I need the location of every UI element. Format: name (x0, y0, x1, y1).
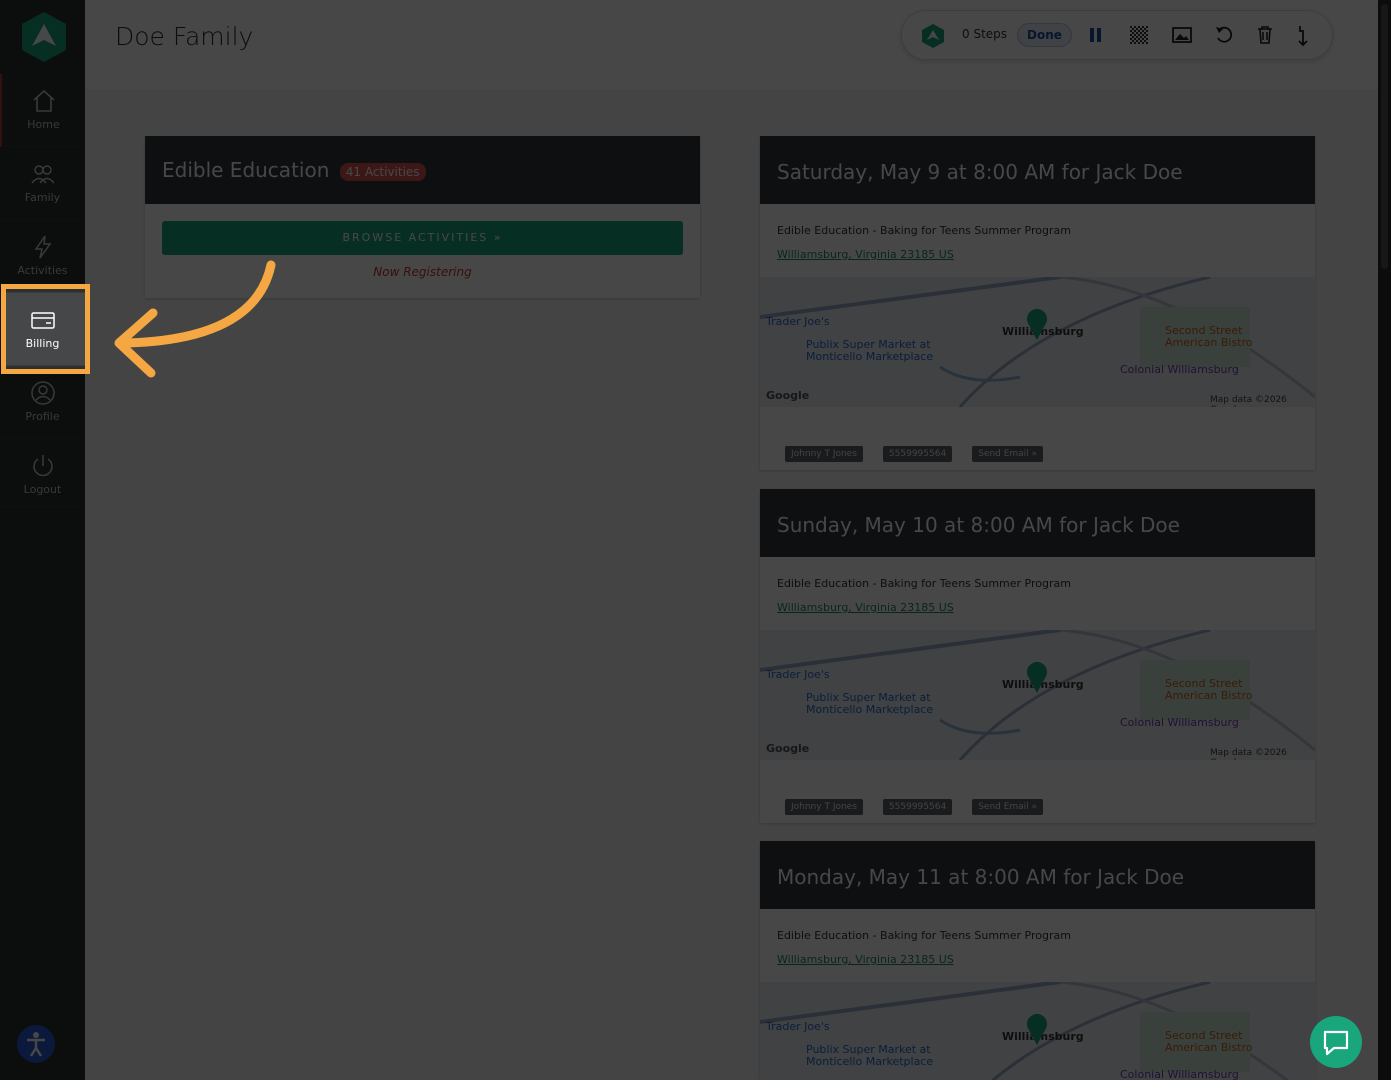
page-header: Doe Family 0 Steps Done (85, 0, 1391, 89)
accessibility-icon (27, 1032, 45, 1057)
tutorial-arrow-icon (114, 260, 276, 378)
provider-card-header: Edible Education 41 Activities (145, 136, 700, 204)
sidebar-item-label: Logout (23, 483, 62, 496)
event-address-link[interactable]: Williamsburg, Virginia 23185 US (777, 248, 954, 261)
map-label: Colonial Williamsburg (1120, 716, 1239, 729)
event-card: Sunday, May 10 at 8:00 AM for Jack Doe E… (760, 489, 1315, 823)
map-pin-icon (1027, 1014, 1047, 1045)
map-attribution: Map data ©2026 Google (1210, 748, 1287, 760)
accessibility-button[interactable] (17, 1025, 55, 1063)
undo-icon[interactable] (1214, 25, 1234, 45)
image-icon[interactable] (1172, 26, 1192, 44)
user-icon (30, 381, 55, 405)
browse-activities-button[interactable]: BROWSE ACTIVITIES » (162, 221, 683, 255)
chat-icon (1323, 1030, 1349, 1056)
map-label: Publix Super Market at Monticello Market… (806, 691, 934, 716)
map-label: Publix Super Market at Monticello Market… (806, 1043, 934, 1068)
phone-chip[interactable]: 5559995564 (882, 799, 953, 815)
event-program: Edible Education - Baking for Teens Summ… (777, 577, 1071, 590)
map-pin-icon (1027, 309, 1047, 340)
contact-chip[interactable]: Johnny T Jones (785, 446, 863, 462)
event-address-link[interactable]: Williamsburg, Virginia 23185 US (777, 601, 954, 614)
pause-icon[interactable] (1089, 27, 1103, 43)
map-pin-icon (1027, 662, 1047, 693)
sidebar-item-label: Family (24, 191, 61, 204)
event-title: Monday, May 11 at 8:00 AM for Jack Doe (760, 841, 1315, 909)
blur-icon[interactable] (1130, 26, 1148, 44)
event-map[interactable]: Trader Joe's Publix Super Market at Mont… (760, 277, 1315, 407)
event-card: Saturday, May 9 at 8:00 AM for Jack Doe … (760, 136, 1315, 470)
map-label: Publix Super Market at Monticello Market… (806, 338, 934, 363)
sidebar-item-activities[interactable]: Activities (0, 220, 85, 293)
app-logo-icon[interactable] (22, 12, 66, 62)
sidebar-item-profile[interactable]: Profile (0, 366, 85, 439)
sidebar-item-label: Profile (25, 410, 60, 423)
map-label: Colonial Williamsburg (1120, 1068, 1239, 1080)
map-label: Colonial Williamsburg (1120, 363, 1239, 376)
email-chip[interactable]: Send Email » (972, 799, 1044, 815)
arrow-down-icon[interactable] (1295, 25, 1311, 47)
billing-highlight (1, 284, 90, 374)
map-label: Trader Joe's (766, 315, 830, 328)
email-chip[interactable]: Send Email » (972, 446, 1044, 462)
sidebar-item-logout[interactable]: Logout (0, 439, 85, 507)
google-logo: Google (766, 742, 810, 755)
sidebar: Home Family Activities Billing Profile L… (0, 0, 85, 1080)
event-contacts: Johnny T Jones 5559995564 Send Email » (785, 441, 1063, 462)
scrollbar-thumb[interactable] (1381, 4, 1388, 269)
event-title: Sunday, May 10 at 8:00 AM for Jack Doe (760, 489, 1315, 557)
event-card: Monday, May 11 at 8:00 AM for Jack Doe E… (760, 841, 1315, 1080)
done-button[interactable]: Done (1017, 23, 1072, 47)
activities-badge: 41 Activities (339, 162, 426, 181)
provider-name: Edible Education (162, 158, 330, 182)
map-label: Trader Joe's (766, 668, 830, 681)
map-label: Second Street American Bistro (1165, 677, 1253, 702)
bolt-icon (34, 235, 51, 259)
event-program: Edible Education - Baking for Teens Summ… (777, 929, 1071, 942)
event-contacts: Johnny T Jones 5559995564 Send Email » (785, 794, 1063, 815)
map-label: Second Street American Bistro (1165, 1029, 1253, 1054)
trash-icon[interactable] (1256, 25, 1274, 45)
sidebar-item-home[interactable]: Home (0, 74, 85, 147)
map-label: Trader Joe's (766, 1020, 830, 1033)
map-attribution: Map data ©2026 Google (1210, 395, 1287, 407)
event-address-link[interactable]: Williamsburg, Virginia 23185 US (777, 953, 954, 966)
family-icon (30, 165, 55, 184)
event-program: Edible Education - Baking for Teens Summ… (777, 224, 1071, 237)
chat-button[interactable] (1310, 1016, 1362, 1068)
google-logo: Google (766, 389, 810, 402)
event-title: Saturday, May 9 at 8:00 AM for Jack Doe (760, 136, 1315, 204)
power-icon (32, 455, 53, 477)
sidebar-item-family[interactable]: Family (0, 147, 85, 220)
map-label: Second Street American Bistro (1165, 324, 1253, 349)
event-map[interactable]: Trader Joe's Publix Super Market at Mont… (760, 630, 1315, 760)
home-icon (32, 89, 55, 112)
steps-count: 0 Steps (962, 27, 1008, 41)
contact-chip[interactable]: Johnny T Jones (785, 799, 863, 815)
phone-chip[interactable]: 5559995564 (882, 446, 953, 462)
sidebar-item-label: Activities (17, 264, 68, 277)
recorder-toolbar: 0 Steps Done (901, 10, 1333, 60)
event-map[interactable]: Trader Joe's Publix Super Market at Mont… (760, 982, 1315, 1080)
app-logo-icon[interactable] (922, 24, 944, 48)
sidebar-item-label: Home (27, 118, 60, 131)
page-title: Doe Family (115, 22, 254, 51)
